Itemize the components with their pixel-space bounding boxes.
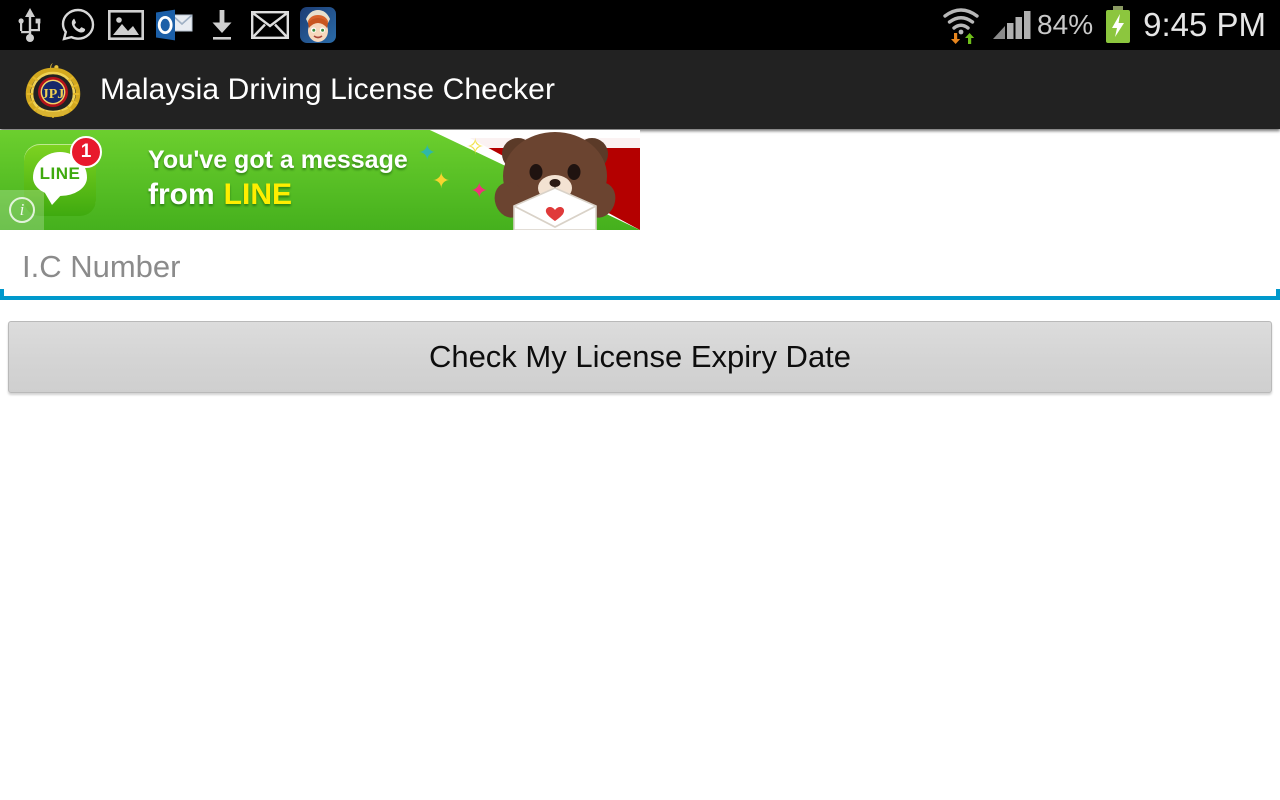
app-title: Malaysia Driving License Checker xyxy=(100,72,556,106)
battery-charging-icon xyxy=(1099,3,1137,47)
status-bar-system-icons: 84% 9:45 PM xyxy=(935,3,1280,47)
status-bar-notification-icons xyxy=(0,3,342,47)
check-license-expiry-button[interactable]: Check My License Expiry Date xyxy=(8,321,1272,393)
status-bar[interactable]: 84% 9:45 PM xyxy=(0,0,1280,50)
line-icon-label: LINE xyxy=(39,164,81,183)
ad-headline-line2: from LINE xyxy=(148,178,408,212)
game-avatar-icon xyxy=(294,3,342,47)
cellular-signal-icon xyxy=(987,3,1035,47)
ad-headline-line1: You've got a message xyxy=(148,146,408,174)
ic-number-field[interactable] xyxy=(0,236,1280,300)
ic-number-input[interactable] xyxy=(0,236,1280,297)
ad-star-icon: ✦ xyxy=(418,140,437,165)
adchoices-info-icon[interactable]: i xyxy=(0,190,44,230)
line-brown-bear-character xyxy=(494,132,616,230)
svg-text:JPJ: JPJ xyxy=(42,87,65,102)
app-bar: JPJ Malaysia Driving License Checker xyxy=(0,50,1280,129)
gallery-icon xyxy=(102,3,150,47)
unread-badge: 1 xyxy=(70,136,102,168)
status-bar-clock: 9:45 PM xyxy=(1143,6,1266,43)
jpj-emblem-icon: JPJ xyxy=(24,61,82,119)
email-icon xyxy=(246,3,294,47)
result-content-area xyxy=(0,400,1280,800)
ad-headline-from: from xyxy=(148,178,215,211)
ad-banner[interactable]: ✦ ✧ ✦ ✦ LINE 1 You've got a message from… xyxy=(0,130,640,230)
adchoices-info-label: i xyxy=(9,197,35,223)
download-icon xyxy=(198,3,246,47)
ad-headline-brand: LINE xyxy=(223,178,293,211)
ad-star-icon: ✦ xyxy=(432,168,451,193)
ad-headline: You've got a message from LINE xyxy=(148,146,408,212)
ic-number-underline xyxy=(0,289,1280,300)
usb-icon xyxy=(6,3,54,47)
battery-percent-label: 84% xyxy=(1037,9,1094,40)
wifi-icon xyxy=(935,3,987,47)
outlook-icon xyxy=(150,3,198,47)
whatsapp-icon xyxy=(54,3,102,47)
